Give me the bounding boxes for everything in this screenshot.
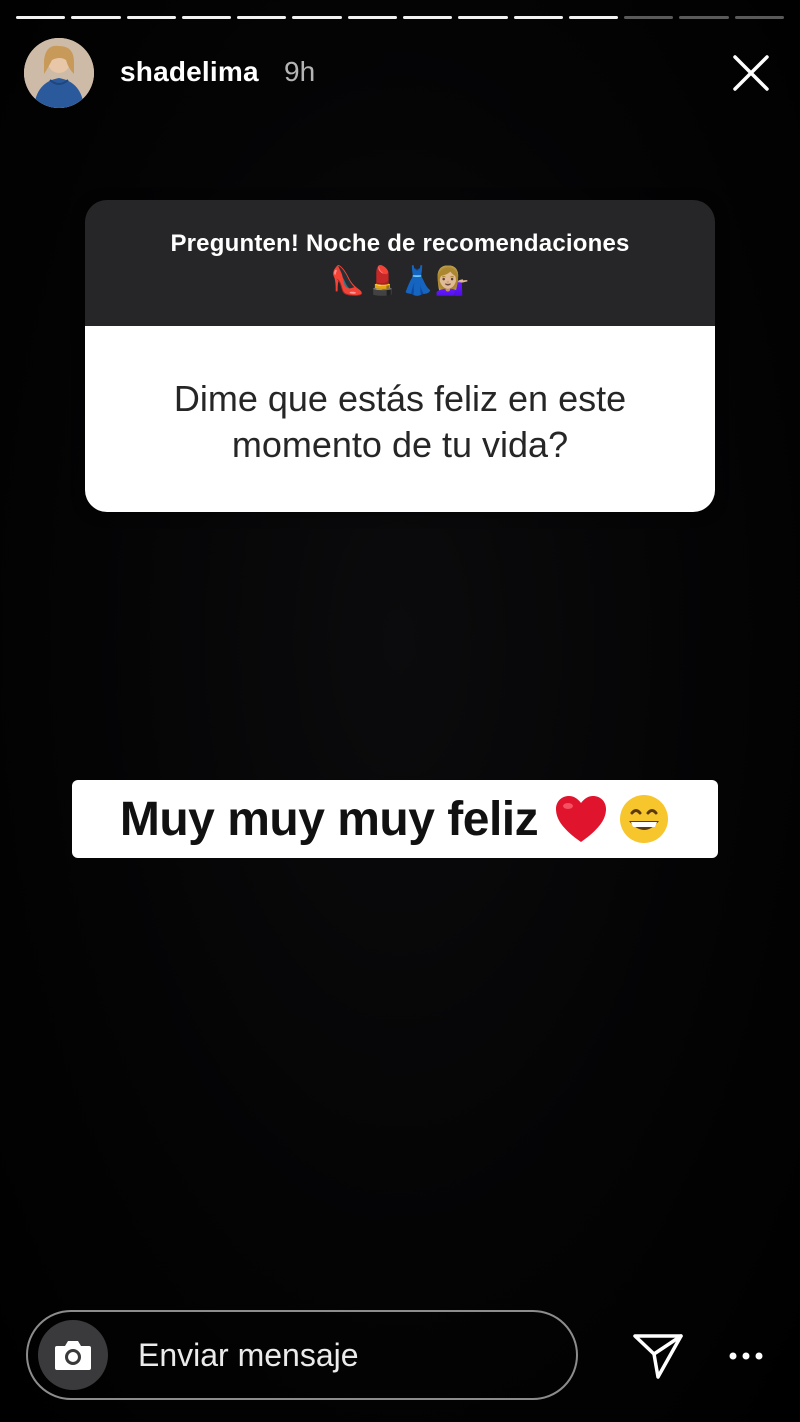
question-title: Pregunten! Noche de recomendaciones	[170, 230, 630, 257]
progress-segment	[237, 16, 287, 19]
message-input[interactable]	[136, 1335, 540, 1375]
question-text: Dime que estás feliz en este momento de …	[85, 326, 715, 512]
answer-emojis	[554, 793, 670, 845]
avatar[interactable]	[24, 38, 94, 108]
answer-text: Muy muy muy feliz	[119, 792, 539, 846]
story-footer	[26, 1310, 774, 1404]
heart-icon	[556, 796, 607, 842]
close-icon	[733, 55, 769, 91]
camera-button[interactable]	[38, 1320, 108, 1390]
question-emojis: 👠💄👗💁🏼‍♀️	[330, 264, 470, 297]
progress-segment	[181, 16, 232, 19]
progress-segment	[513, 16, 563, 19]
story-progress	[16, 16, 784, 20]
progress-segment	[347, 16, 397, 19]
progress-segment	[568, 16, 619, 19]
send-button[interactable]	[630, 1328, 686, 1384]
more-options-button[interactable]	[718, 1328, 774, 1384]
camera-icon	[55, 1341, 91, 1370]
send-icon	[633, 1334, 683, 1379]
progress-segment	[734, 16, 784, 19]
progress-segment	[458, 16, 508, 19]
avatar-image	[24, 38, 94, 108]
question-header: Pregunten! Noche de recomendaciones 👠💄👗💁…	[85, 200, 715, 326]
story-header: shadelima 9h	[24, 38, 776, 108]
progress-segment	[292, 16, 342, 19]
progress-segment	[71, 16, 121, 19]
grin-icon	[620, 795, 669, 843]
progress-segment	[679, 16, 729, 19]
progress-segment	[16, 16, 66, 19]
progress-segment	[624, 16, 674, 19]
username[interactable]: shadelima	[120, 56, 259, 88]
more-icon	[729, 1352, 763, 1360]
message-box[interactable]	[26, 1310, 578, 1400]
progress-segment	[126, 16, 176, 19]
close-button[interactable]	[726, 48, 776, 98]
answer-text-box: Muy muy muy feliz	[72, 780, 718, 858]
question-sticker: Pregunten! Noche de recomendaciones 👠💄👗💁…	[85, 200, 715, 512]
post-time: 9h	[284, 56, 316, 87]
progress-segment	[402, 16, 453, 19]
